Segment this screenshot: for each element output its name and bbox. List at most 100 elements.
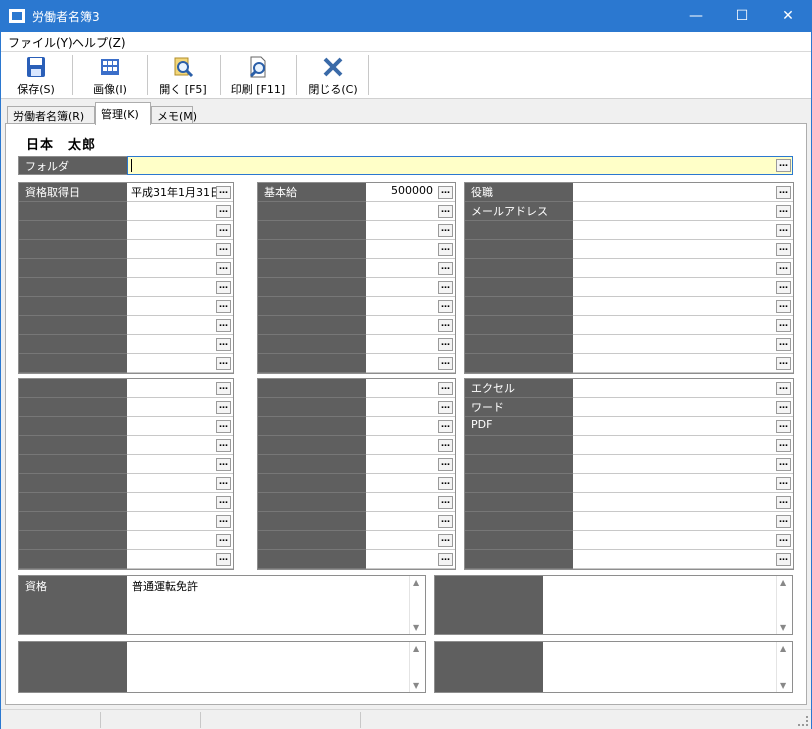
field-browse-button[interactable]: … (438, 262, 453, 275)
field-browse-button[interactable]: … (216, 300, 231, 313)
field-value[interactable] (573, 379, 793, 398)
field-browse-button[interactable]: … (776, 224, 791, 237)
field-browse-button[interactable]: … (438, 553, 453, 566)
tab-management[interactable]: 管理(K) (95, 102, 151, 125)
field-browse-button[interactable]: … (216, 262, 231, 275)
open-button[interactable]: 開く [F5] (153, 54, 213, 96)
field-value[interactable] (573, 474, 793, 493)
field-browse-button[interactable]: … (776, 477, 791, 490)
field-value[interactable] (573, 221, 793, 240)
resize-grip[interactable] (798, 716, 808, 726)
field-browse-button[interactable]: … (776, 382, 791, 395)
field-browse-button[interactable]: … (438, 439, 453, 452)
field-browse-button[interactable]: … (776, 496, 791, 509)
field-browse-button[interactable]: … (776, 534, 791, 547)
field-browse-button[interactable]: … (438, 224, 453, 237)
field-browse-button[interactable]: … (216, 439, 231, 452)
field-value[interactable] (573, 455, 793, 474)
field-browse-button[interactable]: … (776, 319, 791, 332)
field-browse-button[interactable]: … (216, 205, 231, 218)
field-value[interactable] (573, 316, 793, 335)
field-value[interactable] (573, 436, 793, 455)
scroll-up-icon[interactable]: ▲ (413, 644, 419, 653)
field-browse-button[interactable]: … (776, 401, 791, 414)
field-browse-button[interactable]: … (776, 515, 791, 528)
field-browse-button[interactable]: … (776, 357, 791, 370)
field-browse-button[interactable]: … (216, 515, 231, 528)
field-browse-button[interactable]: … (776, 186, 791, 199)
maximize-button[interactable]: ☐ (719, 1, 765, 32)
field-browse-button[interactable]: … (438, 243, 453, 256)
field-browse-button[interactable]: … (216, 382, 231, 395)
field-browse-button[interactable]: … (438, 205, 453, 218)
memo-scrollbar[interactable]: ▲ ▼ (409, 576, 424, 634)
field-browse-button[interactable]: … (438, 281, 453, 294)
close-button[interactable]: 閉じる(C) (303, 54, 363, 96)
folder-input[interactable] (127, 156, 793, 175)
image-button[interactable]: 画像(I) (81, 54, 139, 96)
scroll-down-icon[interactable]: ▼ (413, 623, 419, 632)
field-browse-button[interactable]: … (216, 553, 231, 566)
scroll-up-icon[interactable]: ▲ (780, 644, 786, 653)
field-value[interactable] (573, 512, 793, 531)
field-value[interactable] (573, 354, 793, 373)
field-browse-button[interactable]: … (216, 458, 231, 471)
field-value[interactable] (573, 202, 793, 221)
field-browse-button[interactable]: … (438, 338, 453, 351)
field-browse-button[interactable]: … (438, 382, 453, 395)
field-browse-button[interactable]: … (438, 420, 453, 433)
field-browse-button[interactable]: … (438, 534, 453, 547)
memo-textarea[interactable] (544, 576, 776, 634)
field-browse-button[interactable]: … (438, 300, 453, 313)
scroll-up-icon[interactable]: ▲ (780, 578, 786, 587)
field-browse-button[interactable]: … (216, 477, 231, 490)
field-browse-button[interactable]: … (776, 243, 791, 256)
tab-worker-register[interactable]: 労働者名簿(R) (7, 106, 95, 124)
field-browse-button[interactable]: … (776, 338, 791, 351)
field-browse-button[interactable]: … (438, 477, 453, 490)
field-browse-button[interactable]: … (438, 319, 453, 332)
tab-memo[interactable]: メモ(M) (151, 106, 197, 124)
minimize-button[interactable]: — (673, 1, 719, 32)
scroll-up-icon[interactable]: ▲ (413, 578, 419, 587)
field-browse-button[interactable]: … (216, 357, 231, 370)
field-value[interactable] (573, 531, 793, 550)
field-value[interactable] (573, 278, 793, 297)
field-browse-button[interactable]: … (438, 496, 453, 509)
field-browse-button[interactable]: … (216, 496, 231, 509)
memo-textarea[interactable]: 普通運転免許 (128, 576, 409, 634)
close-window-button[interactable]: ✕ (765, 1, 811, 32)
field-browse-button[interactable]: … (216, 224, 231, 237)
field-browse-button[interactable]: … (216, 281, 231, 294)
field-browse-button[interactable]: … (776, 439, 791, 452)
field-value[interactable] (573, 297, 793, 316)
field-browse-button[interactable]: … (438, 515, 453, 528)
field-browse-button[interactable]: … (776, 458, 791, 471)
save-button[interactable]: 保存(S) (7, 54, 65, 96)
field-browse-button[interactable]: … (216, 420, 231, 433)
scroll-down-icon[interactable]: ▼ (780, 623, 786, 632)
field-browse-button[interactable]: … (776, 420, 791, 433)
field-browse-button[interactable]: … (776, 262, 791, 275)
field-browse-button[interactable]: … (776, 300, 791, 313)
field-browse-button[interactable]: … (776, 553, 791, 566)
print-button[interactable]: 印刷 [F11] (225, 54, 291, 96)
field-value[interactable] (573, 550, 793, 569)
field-value[interactable] (573, 335, 793, 354)
memo-scrollbar[interactable]: ▲ ▼ (776, 642, 791, 692)
field-browse-button[interactable]: … (438, 458, 453, 471)
field-browse-button[interactable]: … (438, 401, 453, 414)
memo-textarea[interactable] (128, 642, 409, 692)
memo-scrollbar[interactable]: ▲ ▼ (776, 576, 791, 634)
field-browse-button[interactable]: … (216, 243, 231, 256)
field-value[interactable] (573, 259, 793, 278)
field-browse-button[interactable]: … (216, 401, 231, 414)
folder-browse-button[interactable]: … (776, 159, 791, 172)
field-browse-button[interactable]: … (438, 357, 453, 370)
field-value[interactable] (573, 493, 793, 512)
menu-help[interactable]: ヘルプ(Z) (72, 34, 126, 51)
field-browse-button[interactable]: … (216, 534, 231, 547)
field-browse-button[interactable]: … (438, 186, 453, 199)
field-value[interactable] (573, 417, 793, 436)
field-value[interactable] (573, 240, 793, 259)
